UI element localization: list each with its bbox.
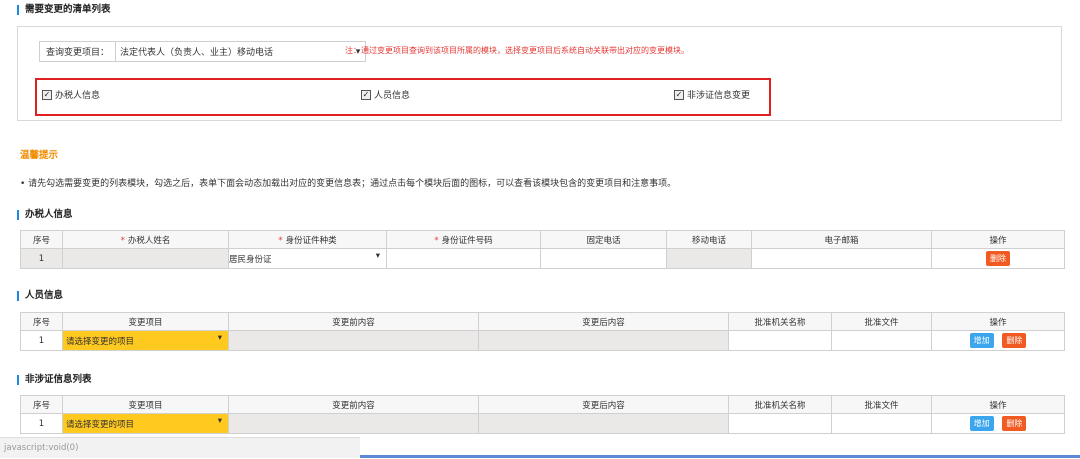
change-item-placeholder: 请选择变更的项目 (66, 419, 135, 430)
column-header: 电子邮箱 (751, 230, 932, 249)
id-number-input[interactable] (386, 248, 541, 269)
change-item-select[interactable]: 请选择变更的项目 ▾ (62, 330, 229, 351)
row-index: 1 (20, 413, 63, 434)
column-header: 固定电话 (540, 230, 667, 249)
checkbox-checked-icon: ✓ (42, 89, 52, 100)
table-row: 1 居民身份证 ▾ 删除 (20, 248, 1065, 269)
delete-button[interactable]: 删除 (1002, 333, 1027, 348)
column-header: 变更后内容 (478, 312, 729, 331)
row-actions: 增加 删除 (931, 330, 1065, 351)
add-button[interactable]: 增加 (969, 333, 994, 348)
checkbox-checked-icon: ✓ (361, 89, 371, 100)
chevron-down-icon: ▾ (217, 333, 222, 343)
approval-authority-input[interactable] (728, 413, 832, 434)
section-title-taxpayer: 办税人信息 (17, 210, 73, 220)
column-header: 序号 (20, 395, 63, 414)
id-type-value: 居民身份证 (229, 254, 272, 265)
section-title-personnel: 人员信息 (17, 291, 63, 301)
row-actions: 删除 (931, 248, 1065, 269)
column-header: * 身份证件号码 (386, 230, 541, 249)
before-content-field (228, 330, 479, 351)
chevron-down-icon: ▾ (217, 416, 222, 426)
column-header: 序号 (20, 230, 63, 249)
column-header: 变更后内容 (478, 395, 729, 414)
column-header: 变更项目 (62, 395, 229, 414)
query-value: 法定代表人（负责人、业主）移动电话 (120, 48, 274, 58)
column-header: 变更前内容 (228, 312, 479, 331)
row-index: 1 (20, 248, 63, 269)
delete-button[interactable]: 删除 (1002, 416, 1027, 431)
tips-text: • 请先勾选需要变更的列表模块，勾选之后，表单下面会动态加载出对应的变更信息表；… (20, 179, 677, 189)
table-row: 1 请选择变更的项目 ▾ 增加 删除 (20, 413, 1065, 434)
module-label: 非涉证信息变更 (687, 91, 751, 101)
personnel-table: 序号 变更项目 变更前内容 变更后内容 批准机关名称 批准文件 操作 1 请选择… (20, 312, 1065, 351)
approval-document-input[interactable] (831, 413, 932, 434)
module-label: 人员信息 (374, 91, 411, 101)
approval-document-input[interactable] (831, 330, 932, 351)
column-header: 批准文件 (831, 312, 932, 331)
module-checkbox-personnel[interactable]: ✓ 人员信息 (361, 88, 410, 101)
column-header: 操作 (931, 395, 1065, 414)
before-content-field (228, 413, 479, 434)
section-title-non-cert: 非涉证信息列表 (17, 375, 92, 385)
landline-input[interactable] (540, 248, 667, 269)
column-header: 变更前内容 (228, 395, 479, 414)
mobile-input[interactable] (666, 248, 752, 269)
module-label: 办税人信息 (55, 91, 101, 101)
after-content-input[interactable] (478, 413, 729, 434)
section-title-change-list: 需要变更的清单列表 (17, 5, 111, 15)
table-header-row: 序号 * 办税人姓名 * 身份证件种类 * 身份证件号码 固定电话 移动电话 电子邮箱… (20, 230, 1065, 249)
id-type-select[interactable]: 居民身份证 ▾ (228, 248, 387, 269)
approval-authority-input[interactable] (728, 330, 832, 351)
non-cert-table: 序号 变更项目 变更前内容 变更后内容 批准机关名称 批准文件 操作 1 请选择… (20, 395, 1065, 434)
after-content-input[interactable] (478, 330, 729, 351)
module-checkbox-non-cert[interactable]: ✓ 非涉证信息变更 (674, 88, 750, 101)
column-header: * 办税人姓名 (62, 230, 229, 249)
delete-button[interactable]: 删除 (986, 251, 1010, 266)
column-header: 序号 (20, 312, 63, 331)
column-header: 移动电话 (666, 230, 752, 249)
query-label: 查询变更项目： (40, 42, 117, 61)
column-header: 变更项目 (62, 312, 229, 331)
column-header: 批准文件 (831, 395, 932, 414)
table-header-row: 序号 变更项目 变更前内容 变更后内容 批准机关名称 批准文件 操作 (20, 395, 1065, 414)
email-input[interactable] (751, 248, 932, 269)
query-select[interactable]: 查询变更项目： 法定代表人（负责人、业主）移动电话 ▾ (39, 41, 366, 62)
tips-title: 温馨提示 (20, 150, 59, 161)
table-header-row: 序号 变更项目 变更前内容 变更后内容 批准机关名称 批准文件 操作 (20, 312, 1065, 331)
module-checkbox-taxpayer[interactable]: ✓ 办税人信息 (42, 88, 100, 101)
taxpayer-name-input[interactable] (62, 248, 229, 269)
column-header: 批准机关名称 (728, 395, 832, 414)
change-item-select[interactable]: 请选择变更的项目 ▾ (62, 413, 229, 434)
table-row: 1 请选择变更的项目 ▾ 增加 删除 (20, 330, 1065, 351)
column-header: 操作 (931, 312, 1065, 331)
chevron-down-icon: ▾ (375, 251, 380, 261)
row-index: 1 (20, 330, 63, 351)
query-note: 注：通过变更项目查询到该项目所属的模块，选择变更项目后系统自动关联带出对应的变更… (345, 46, 689, 55)
checkbox-checked-icon: ✓ (674, 89, 684, 100)
add-button[interactable]: 增加 (969, 416, 994, 431)
browser-status-bar: javascript:void(0) (0, 437, 360, 458)
change-item-placeholder: 请选择变更的项目 (66, 336, 135, 347)
taxpayer-table: 序号 * 办税人姓名 * 身份证件种类 * 身份证件号码 固定电话 移动电话 电子邮箱… (20, 230, 1065, 269)
column-header: * 身份证件种类 (228, 230, 387, 249)
column-header: 操作 (931, 230, 1065, 249)
column-header: 批准机关名称 (728, 312, 832, 331)
row-actions: 增加 删除 (931, 413, 1065, 434)
